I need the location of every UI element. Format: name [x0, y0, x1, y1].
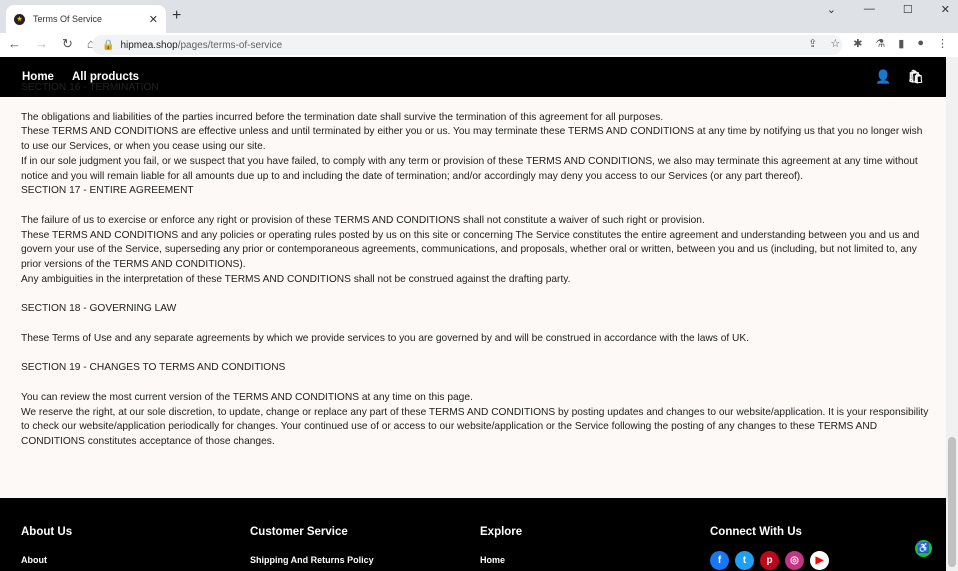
- maximize-icon[interactable]: ☐: [903, 3, 913, 16]
- profile-icon[interactable]: ●: [917, 37, 924, 50]
- chevron-down-icon[interactable]: ⌄: [827, 3, 836, 16]
- footer: About Us About Customer Service Shipping A…: [0, 498, 946, 571]
- paragraph: We reserve the right, at our sole discre…: [21, 406, 929, 448]
- close-tab-icon[interactable]: ✕: [149, 13, 158, 26]
- accessibility-helper-icon[interactable]: ♿: [915, 540, 932, 557]
- tab-title: Terms Of Service: [33, 14, 103, 24]
- close-window-icon[interactable]: ✕: [941, 3, 950, 16]
- lock-icon: 🔒: [102, 39, 115, 51]
- instagram-icon[interactable]: ◎: [785, 551, 804, 570]
- section-heading: SECTION 19 - CHANGES TO TERMS AND CONDIT…: [21, 362, 286, 374]
- back-icon[interactable]: ←: [8, 36, 21, 52]
- page: Home All products 👤 🛍 SECTION 16 - TERMIN…: [0, 57, 946, 571]
- scrollbar[interactable]: [946, 57, 958, 571]
- star-icon[interactable]: ☆: [830, 37, 840, 50]
- footer-service-title: Customer Service: [250, 526, 348, 538]
- twitter-icon[interactable]: t: [735, 551, 754, 570]
- share-icon[interactable]: ⇪: [808, 37, 817, 50]
- reload-icon[interactable]: ↻: [62, 36, 73, 52]
- tab-terms-of-service[interactable]: ★ Terms Of Service ✕: [6, 5, 166, 33]
- terms-content: SECTION 16 - TERMINATION The obligations …: [21, 81, 933, 450]
- menu-icon[interactable]: ⋮: [937, 37, 948, 50]
- footer-link-about[interactable]: About: [21, 555, 72, 565]
- footer-explore-title: Explore: [480, 526, 523, 538]
- scrollbar-thumb[interactable]: [948, 437, 956, 567]
- footer-connect-title: Connect With Us: [710, 526, 802, 538]
- section-heading: SECTION 18 - GOVERNING LAW: [21, 303, 177, 315]
- extensions-icon[interactable]: ✱: [853, 37, 862, 50]
- url-input[interactable]: 🔒 hipmea.shop/pages/terms-of-service: [92, 35, 842, 55]
- section-heading: SECTION 17 - ENTIRE AGREEMENT: [21, 185, 194, 197]
- paragraph: If in our sole judgment you fail, or we …: [21, 155, 918, 182]
- new-tab-icon[interactable]: +: [172, 7, 181, 25]
- minimize-icon[interactable]: —: [864, 3, 875, 16]
- footer-link-shipping[interactable]: Shipping And Returns Policy: [250, 555, 374, 565]
- side-panel-icon[interactable]: ▮: [898, 37, 904, 50]
- address-bar-row: ← → ↻ ⌂ 🔒 hipmea.shop/pages/terms-of-service…: [0, 33, 958, 57]
- paragraph: The obligations and liabilities of the p…: [21, 111, 664, 123]
- paragraph: You can review the most current version …: [21, 391, 473, 403]
- labs-icon[interactable]: ⚗: [875, 37, 885, 50]
- tab-bar: ★ Terms Of Service ✕ + ⌄ — ☐ ✕: [0, 0, 958, 33]
- footer-about-title: About Us: [21, 526, 73, 538]
- site-favicon-icon: ★: [14, 13, 25, 25]
- url-host: hipmea.shop: [120, 39, 178, 51]
- paragraph: These Terms of Use and any separate agre…: [21, 332, 750, 344]
- paragraph: The failure of us to exercise or enforce…: [21, 214, 705, 226]
- paragraph: These TERMS AND CONDITIONS and any polic…: [21, 229, 920, 271]
- forward-icon[interactable]: →: [35, 36, 48, 52]
- youtube-icon[interactable]: ▶: [810, 551, 829, 570]
- section-heading: SECTION 16 - TERMINATION: [21, 82, 159, 93]
- paragraph: Any ambiguities in the interpretation of…: [21, 273, 571, 285]
- pinterest-icon[interactable]: p: [760, 551, 779, 570]
- url-path: /pages/terms-of-service: [177, 39, 283, 51]
- footer-link-home[interactable]: Home: [480, 555, 522, 565]
- paragraph: These TERMS AND CONDITIONS are effective…: [21, 126, 923, 152]
- facebook-icon[interactable]: f: [710, 551, 729, 570]
